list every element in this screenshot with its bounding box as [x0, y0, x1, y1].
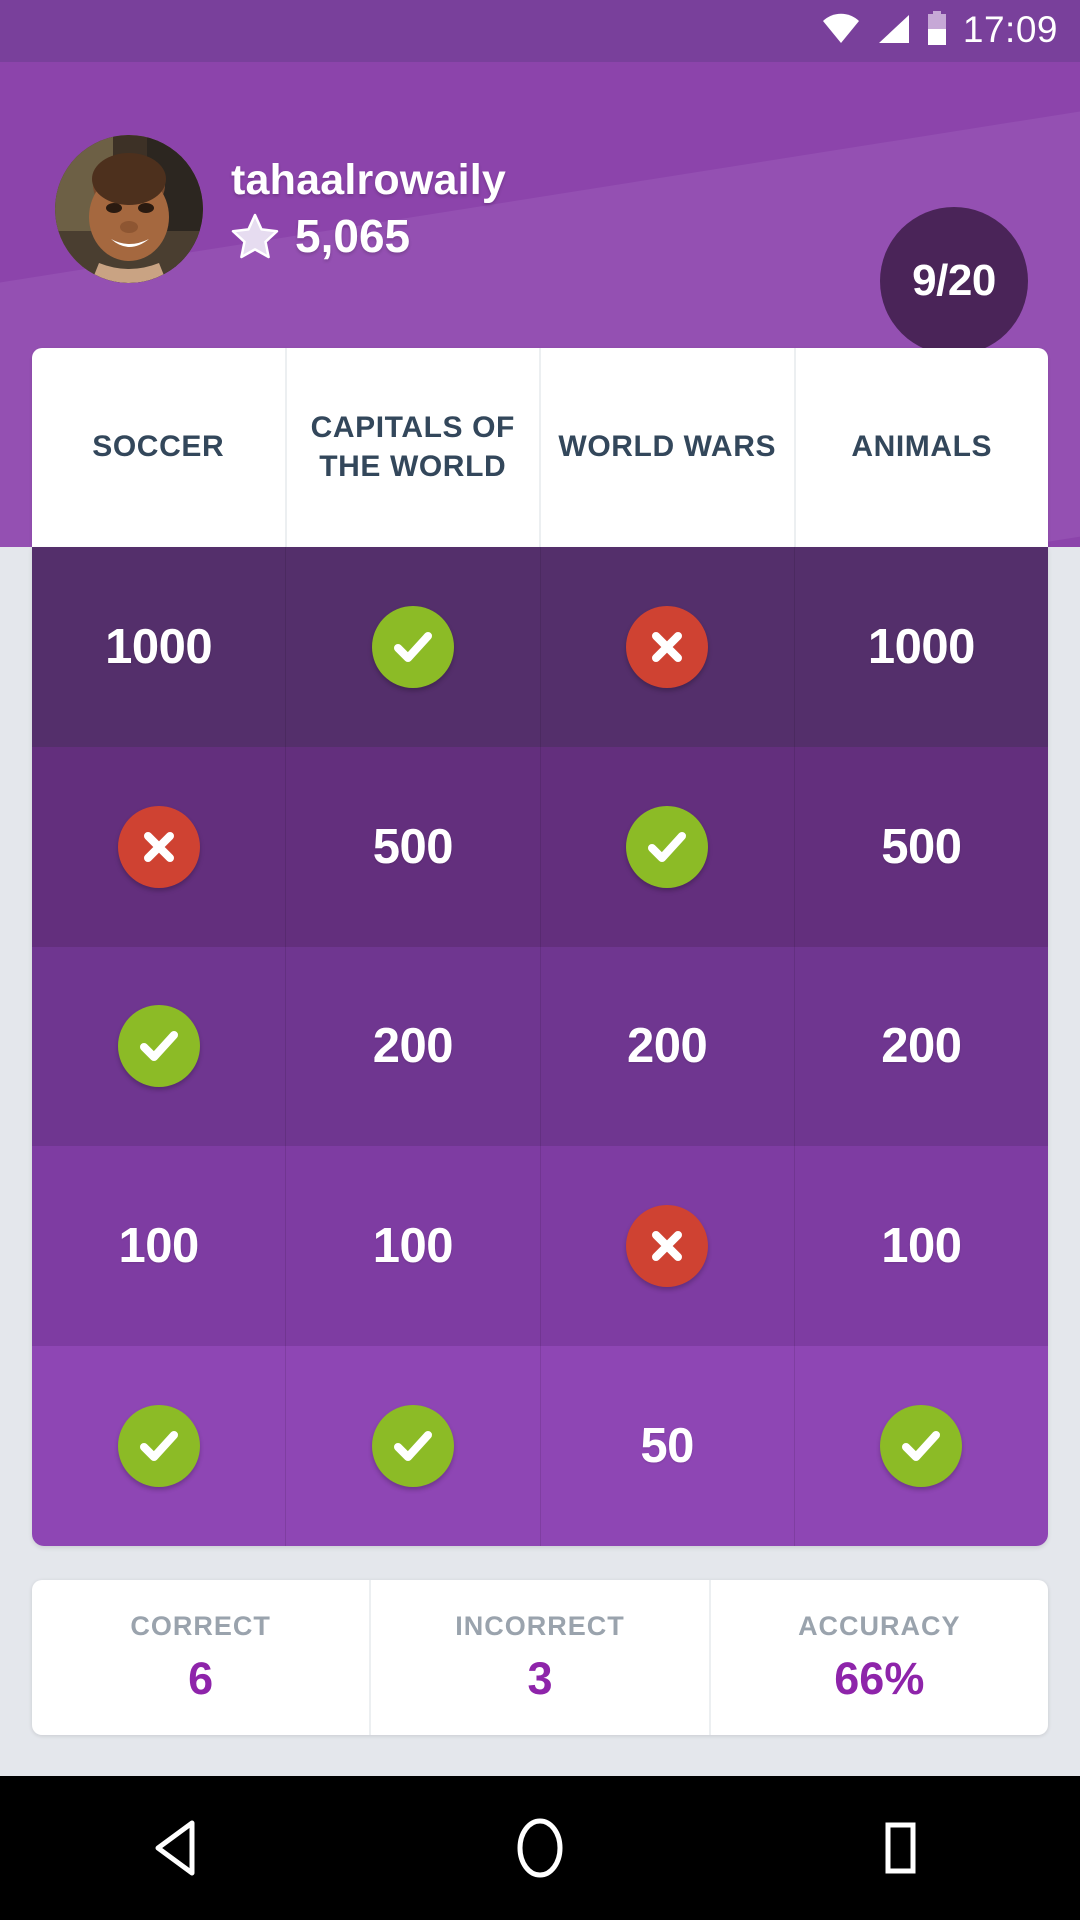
- grid-cell-soccer-1000[interactable]: 1000: [32, 547, 287, 747]
- grid-cell-animals-500[interactable]: 500: [795, 747, 1048, 947]
- grid-row: 50: [32, 1346, 1048, 1546]
- grid-cell-animals-100[interactable]: 100: [795, 1146, 1048, 1346]
- grid-cell-soccer-200[interactable]: [32, 946, 287, 1147]
- grid-cell-world-wars-200[interactable]: 200: [541, 946, 795, 1147]
- cell-value: 1000: [867, 619, 976, 674]
- grid-cell-world-wars-1000[interactable]: [541, 547, 795, 747]
- grid-row: 200 200 200: [32, 946, 1048, 1147]
- incorrect-cross-icon: [626, 605, 709, 688]
- stat-correct: CORRECT 6: [32, 1580, 372, 1735]
- incorrect-cross-icon: [117, 805, 200, 888]
- grid-cell-soccer-100[interactable]: 100: [32, 1146, 287, 1347]
- cell-value: 100: [372, 1219, 454, 1274]
- back-button[interactable]: [100, 1776, 260, 1920]
- cellular-signal-icon: [875, 13, 911, 50]
- grid-cell-capitals-50[interactable]: [286, 1346, 541, 1546]
- cell-value: 200: [372, 1019, 454, 1074]
- grid-cell-capitals-500[interactable]: 500: [286, 746, 541, 947]
- wifi-icon: [821, 13, 861, 50]
- stat-label: ACCURACY: [798, 1610, 961, 1641]
- grid-cell-animals-1000[interactable]: 1000: [795, 547, 1048, 747]
- category-header-row: SOCCER CAPITALS OF THE WORLD WORLD WARS …: [32, 348, 1048, 547]
- score-grid: 1000 1000 500 500 200 200 200 100 100 10…: [32, 547, 1048, 1546]
- stat-label: CORRECT: [130, 1610, 271, 1641]
- grid-row: 100 100 100: [32, 1146, 1048, 1347]
- stat-value: 6: [188, 1652, 214, 1704]
- star-icon: [231, 213, 279, 258]
- grid-cell-soccer-500[interactable]: [32, 746, 287, 947]
- grid-cell-soccer-50[interactable]: [32, 1346, 287, 1546]
- category-header-world-wars[interactable]: WORLD WARS: [541, 348, 796, 547]
- cell-value: 50: [640, 1419, 694, 1474]
- grid-cell-world-wars-500[interactable]: [541, 746, 795, 947]
- cell-value: 1000: [105, 619, 213, 674]
- category-label: ANIMALS: [851, 430, 993, 464]
- points-row: 5,065: [231, 209, 506, 263]
- cell-value: 200: [881, 1019, 962, 1074]
- correct-check-icon: [371, 605, 454, 688]
- back-triangle-icon: [152, 1819, 208, 1877]
- grid-row: 500 500: [32, 746, 1048, 947]
- home-circle-icon: [513, 1817, 567, 1879]
- status-bar: 17:09: [0, 0, 1080, 62]
- stat-label: INCORRECT: [455, 1610, 625, 1641]
- stats-bar: CORRECT 6 INCORRECT 3 ACCURACY 66%: [32, 1580, 1048, 1735]
- recents-square-icon: [874, 1819, 926, 1877]
- incorrect-cross-icon: [626, 1205, 709, 1288]
- app-screen: 17:09 tahaalrowaily 5,065 9/20 SOCCER CA…: [0, 0, 1080, 1920]
- grid-cell-capitals-200[interactable]: 200: [286, 946, 541, 1147]
- score-badge-text: 9/20: [912, 256, 996, 305]
- cell-value: 100: [118, 1219, 199, 1274]
- identity-block: tahaalrowaily 5,065: [231, 156, 506, 263]
- username-label: tahaalrowaily: [231, 155, 507, 204]
- category-header-soccer[interactable]: SOCCER: [32, 348, 287, 547]
- battery-icon: [925, 10, 949, 52]
- home-button[interactable]: [460, 1776, 620, 1920]
- correct-check-icon: [880, 1405, 963, 1488]
- stat-value: 3: [527, 1652, 553, 1704]
- correct-check-icon: [371, 1405, 454, 1488]
- profile-block[interactable]: tahaalrowaily 5,065: [55, 135, 506, 283]
- stat-value: 66%: [834, 1652, 925, 1704]
- category-label: SOCCER: [92, 430, 225, 464]
- category-header-capitals-of-the-world[interactable]: CAPITALS OF THE WORLD: [287, 348, 541, 547]
- android-navigation-bar: [0, 1776, 1080, 1920]
- stat-accuracy: ACCURACY 66%: [711, 1580, 1048, 1735]
- grid-cell-capitals-100[interactable]: 100: [286, 1146, 541, 1347]
- grid-cell-animals-200[interactable]: 200: [795, 947, 1048, 1147]
- cell-value: 500: [881, 819, 962, 874]
- stat-incorrect: INCORRECT 3: [371, 1580, 711, 1735]
- points-value: 5,065: [295, 209, 411, 262]
- category-label: WORLD WARS: [558, 430, 777, 464]
- cell-value: 100: [881, 1219, 962, 1274]
- cell-value: 200: [626, 1019, 708, 1074]
- category-label: CAPITALS OF THE WORLD: [310, 411, 515, 483]
- grid-cell-world-wars-100[interactable]: [541, 1146, 795, 1347]
- status-bar-clock: 17:09: [962, 9, 1058, 50]
- cell-value: 500: [372, 819, 454, 874]
- correct-check-icon: [117, 1405, 200, 1488]
- user-avatar-photo[interactable]: [55, 135, 203, 283]
- grid-row: 1000 1000: [32, 547, 1048, 747]
- grid-cell-capitals-1000[interactable]: [286, 547, 541, 747]
- score-badge: 9/20: [880, 207, 1028, 355]
- recents-button[interactable]: [820, 1776, 980, 1920]
- grid-cell-world-wars-50[interactable]: 50: [541, 1346, 795, 1546]
- correct-check-icon: [626, 805, 709, 888]
- category-header-animals[interactable]: ANIMALS: [796, 348, 1049, 547]
- grid-cell-animals-50[interactable]: [795, 1346, 1048, 1546]
- correct-check-icon: [117, 1005, 200, 1088]
